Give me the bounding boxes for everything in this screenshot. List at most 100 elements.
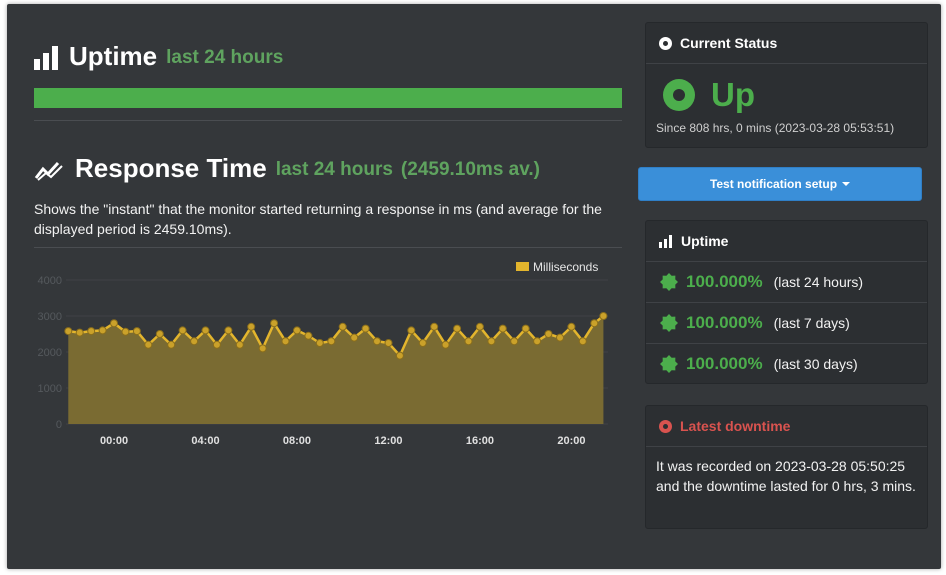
data-point xyxy=(510,337,519,346)
data-point xyxy=(407,326,416,335)
x-tick-label: 08:00 xyxy=(283,435,311,447)
x-tick-label: 20:00 xyxy=(557,435,585,447)
data-point xyxy=(178,326,187,335)
data-point xyxy=(315,339,324,347)
data-point xyxy=(475,322,484,331)
latest-downtime-text: It was recorded on 2023-03-28 05:50:25 a… xyxy=(656,458,916,494)
caret-down-icon xyxy=(842,182,851,186)
data-point xyxy=(418,339,427,347)
data-point xyxy=(544,330,553,338)
status-text: Up xyxy=(711,76,755,113)
y-tick-label: 0 xyxy=(56,419,62,431)
data-point xyxy=(155,330,164,338)
status-indicator: Up xyxy=(663,76,927,114)
x-tick-label: 00:00 xyxy=(100,435,128,447)
bar-chart-icon xyxy=(34,44,58,70)
data-point xyxy=(281,337,290,346)
data-point xyxy=(590,319,599,328)
response-time-title: Response Time xyxy=(75,153,267,183)
status-up-icon xyxy=(663,79,695,111)
data-point xyxy=(373,337,381,346)
data-point xyxy=(361,324,370,333)
data-point xyxy=(599,312,608,320)
data-point xyxy=(121,327,130,336)
y-tick-label: 1000 xyxy=(38,383,62,395)
data-point xyxy=(441,340,450,349)
response-time-average: (2459.10ms av.) xyxy=(400,159,540,180)
data-point xyxy=(556,333,564,342)
uptime-row-7d: 100.000% (last 7 days) xyxy=(646,302,927,343)
data-point xyxy=(384,339,393,347)
legend-swatch xyxy=(516,262,529,271)
uptime-bar xyxy=(34,88,622,108)
current-status-card: Current Status Up Since 808 hrs, 0 mins … xyxy=(645,22,928,148)
monitor-panel: Uptime last 24 hours Response Time last … xyxy=(7,4,941,569)
uptime-row-30d: 100.000% (last 30 days) xyxy=(646,343,927,384)
data-point xyxy=(167,340,176,349)
uptime-percent: 100.000% xyxy=(686,272,763,291)
data-point xyxy=(270,319,279,328)
uptime-period: last 24 hours xyxy=(166,47,284,68)
y-tick-label: 2000 xyxy=(38,347,62,359)
bar-chart-icon xyxy=(659,234,672,248)
data-point xyxy=(395,351,404,360)
data-point xyxy=(567,322,576,331)
uptime-period-label: (last 7 days) xyxy=(773,315,850,331)
data-point xyxy=(533,337,542,346)
latest-downtime-header: Latest downtime xyxy=(646,406,927,447)
data-point xyxy=(338,322,347,331)
test-notification-button[interactable]: Test notification setup xyxy=(638,167,922,201)
data-point xyxy=(190,337,199,346)
data-point xyxy=(235,340,244,349)
data-point xyxy=(293,326,301,335)
uptime-percent: 100.000% xyxy=(686,313,763,332)
trend-line-icon xyxy=(34,161,63,181)
data-point xyxy=(87,327,96,336)
data-point xyxy=(521,324,530,333)
uptime-card-header: Uptime xyxy=(646,221,927,262)
current-status-header: Current Status xyxy=(646,23,927,64)
data-point xyxy=(64,327,73,336)
status-dot-icon xyxy=(659,36,672,50)
x-tick-label: 04:00 xyxy=(191,435,219,447)
uptime-period-label: (last 24 hours) xyxy=(773,274,864,290)
data-point xyxy=(350,333,359,342)
uptime-card-title: Uptime xyxy=(681,233,729,249)
uptime-heading: Uptime last 24 hours xyxy=(34,42,283,70)
uptime-card: Uptime 100.000% (last 24 hours) 100.000%… xyxy=(645,220,928,384)
latest-downtime-card: Latest downtime It was recorded on 2023-… xyxy=(645,405,928,529)
response-time-description: Shows the "instant" that the monitor sta… xyxy=(34,201,602,237)
divider xyxy=(34,120,622,121)
check-badge-icon xyxy=(660,314,678,332)
response-time-period: last 24 hours xyxy=(275,159,393,180)
data-point xyxy=(430,322,439,331)
test-notification-label: Test notification setup xyxy=(709,177,838,191)
divider xyxy=(34,247,622,248)
data-point xyxy=(453,324,462,333)
data-point xyxy=(224,326,233,335)
alert-dot-icon xyxy=(659,419,672,433)
data-point xyxy=(110,319,118,328)
data-point xyxy=(258,344,267,353)
uptime-row-24h: 100.000% (last 24 hours) xyxy=(646,262,927,302)
y-tick-label: 3000 xyxy=(38,311,62,323)
check-badge-icon xyxy=(660,273,678,291)
data-point xyxy=(464,337,473,346)
uptime-percent: 100.000% xyxy=(686,354,763,373)
latest-downtime-title: Latest downtime xyxy=(680,418,791,434)
uptime-period-label: (last 30 days) xyxy=(773,356,858,372)
data-point xyxy=(487,337,496,346)
data-point xyxy=(132,327,141,336)
x-tick-label: 12:00 xyxy=(374,435,402,447)
response-time-chart-svg: 0 1000 2000 3000 4000 00:00 04:00 08:00 12:00 16:… xyxy=(38,260,608,447)
response-time-chart: 0 1000 2000 3000 4000 00:00 04:00 08:00 12:00 16:… xyxy=(34,254,622,454)
data-point xyxy=(98,326,107,335)
uptime-rows: 100.000% (last 24 hours) 100.000% (last … xyxy=(646,262,927,384)
data-point xyxy=(144,340,153,349)
data-point xyxy=(304,331,313,340)
current-status-title: Current Status xyxy=(680,35,778,51)
data-point xyxy=(201,326,210,335)
response-time-heading: Response Time last 24 hours (2459.10ms a… xyxy=(34,154,540,182)
data-point xyxy=(75,328,84,337)
uptime-title: Uptime xyxy=(69,41,158,71)
